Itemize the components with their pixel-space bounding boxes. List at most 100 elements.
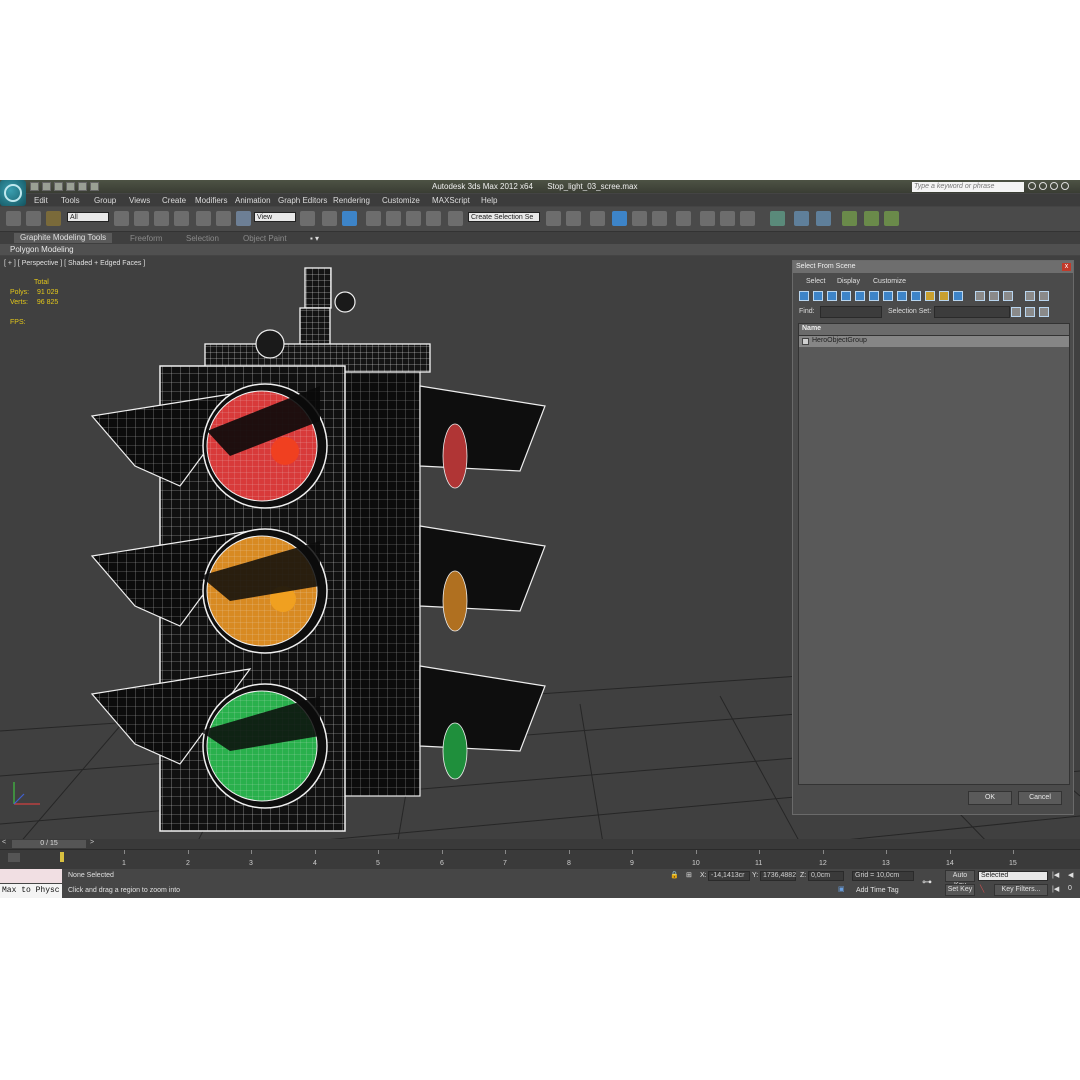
- previous-frame-icon[interactable]: ◀: [1068, 871, 1073, 879]
- rendered-frame-icon[interactable]: [720, 211, 735, 226]
- asset-tracking-icon[interactable]: [816, 211, 831, 226]
- display-groups-icon[interactable]: [883, 291, 893, 301]
- binoculars-icon[interactable]: [1028, 182, 1036, 190]
- maxscript-listener-pink[interactable]: [0, 869, 62, 883]
- rectangular-selection-icon[interactable]: [154, 211, 169, 226]
- link-icon[interactable]: [6, 211, 21, 226]
- display-helpers-icon[interactable]: [855, 291, 865, 301]
- reference-coordinate-dropdown[interactable]: View: [254, 212, 296, 222]
- select-manipulate-icon[interactable]: [322, 211, 337, 226]
- render-production-icon[interactable]: [740, 211, 755, 226]
- display-none-icon[interactable]: [989, 291, 999, 301]
- maxscript-listener[interactable]: Max to Physc: [0, 884, 62, 898]
- track-bar[interactable]: 1 2 3 4 5 6 7 8 9 10 11 12 13 14 15: [0, 849, 1080, 870]
- menu-maxscript[interactable]: MAXScript: [432, 196, 470, 205]
- time-slider[interactable]: < 0 / 15 >: [0, 839, 1080, 849]
- key-icon[interactable]: ⊶: [922, 877, 932, 888]
- display-shapes-icon[interactable]: [813, 291, 823, 301]
- window-crossing-icon[interactable]: [174, 211, 189, 226]
- motion-mixer-icon[interactable]: [884, 211, 899, 226]
- select-by-name-icon[interactable]: [134, 211, 149, 226]
- align-icon[interactable]: [566, 211, 581, 226]
- snaps-toggle-icon[interactable]: [366, 211, 381, 226]
- tab-freeform[interactable]: Freeform: [130, 234, 162, 243]
- tab-graphite-modeling-tools[interactable]: Graphite Modeling Tools: [14, 233, 113, 243]
- filter-icon[interactable]: [1025, 291, 1035, 301]
- spinner-snap-icon[interactable]: [426, 211, 441, 226]
- display-all-icon[interactable]: [975, 291, 985, 301]
- keyboard-shortcut-override-icon[interactable]: [342, 211, 357, 226]
- schematic-view-icon[interactable]: [652, 211, 667, 226]
- tab-selection[interactable]: Selection: [186, 234, 219, 243]
- render-setup-icon[interactable]: [700, 211, 715, 226]
- key-mode-toggle-icon[interactable]: |◀: [1052, 885, 1059, 893]
- help-icon[interactable]: [1061, 182, 1069, 190]
- lock-icon[interactable]: 🔒: [670, 871, 679, 879]
- dialog-menu-customize[interactable]: Customize: [873, 278, 906, 285]
- menu-edit[interactable]: Edit: [34, 196, 48, 205]
- angle-snap-icon[interactable]: [386, 211, 401, 226]
- display-frozen-icon[interactable]: [939, 291, 949, 301]
- percent-snap-icon[interactable]: [406, 211, 421, 226]
- key-filters-button[interactable]: Key Filters...: [994, 884, 1048, 896]
- x-coordinate-field[interactable]: -14,1413cr: [708, 871, 750, 881]
- save-icon[interactable]: [54, 182, 63, 191]
- y-coordinate-field[interactable]: 1736,4882: [760, 871, 796, 881]
- material-editor-icon[interactable]: [676, 211, 691, 226]
- move-icon[interactable]: [196, 211, 211, 226]
- find-input[interactable]: [820, 306, 882, 318]
- display-hidden-icon[interactable]: [953, 291, 963, 301]
- mirror-icon[interactable]: [546, 211, 561, 226]
- menu-modifiers[interactable]: Modifiers: [195, 196, 227, 205]
- application-menu-button[interactable]: [0, 180, 26, 206]
- menu-create[interactable]: Create: [162, 196, 186, 205]
- display-invert-icon[interactable]: [1003, 291, 1013, 301]
- add-time-tag[interactable]: Add Time Tag: [856, 887, 899, 894]
- search-input[interactable]: Type a keyword or phrase: [912, 182, 1024, 192]
- dope-sheet-icon[interactable]: [864, 211, 879, 226]
- viewport-label[interactable]: [ + ] [ Perspective ] [ Shaded + Edged F…: [4, 260, 145, 267]
- unlink-icon[interactable]: [26, 211, 41, 226]
- menu-rendering[interactable]: Rendering: [333, 196, 370, 205]
- absolute-mode-icon[interactable]: ⊞: [686, 871, 692, 879]
- menu-tools[interactable]: Tools: [61, 196, 80, 205]
- curve-editor-icon[interactable]: [632, 211, 647, 226]
- new-file-icon[interactable]: [30, 182, 39, 191]
- selection-filter-dropdown[interactable]: All: [67, 212, 109, 222]
- polygon-modeling-panel[interactable]: Polygon Modeling: [10, 245, 74, 254]
- set-key-button[interactable]: Set Key: [945, 884, 975, 896]
- star-icon[interactable]: [1050, 182, 1058, 190]
- graphite-toggle-icon[interactable]: [612, 211, 627, 226]
- track-view-icon[interactable]: [842, 211, 857, 226]
- named-selection-sets-dropdown[interactable]: Create Selection Se: [468, 212, 540, 222]
- filter-options-icon[interactable]: [1039, 291, 1049, 301]
- menu-group[interactable]: Group: [94, 196, 116, 205]
- display-lights-icon[interactable]: [827, 291, 837, 301]
- ok-button[interactable]: OK: [968, 791, 1012, 805]
- edit-named-selection-icon[interactable]: [448, 211, 463, 226]
- mini-curve-editor-icon[interactable]: [8, 853, 20, 862]
- menu-views[interactable]: Views: [129, 196, 150, 205]
- display-cameras-icon[interactable]: [841, 291, 851, 301]
- go-to-start-icon[interactable]: |◀: [1052, 871, 1059, 879]
- key-mode-dropdown[interactable]: Selected: [978, 871, 1048, 881]
- layer-manager-icon[interactable]: [590, 211, 605, 226]
- menu-graph-editors[interactable]: Graph Editors: [278, 196, 327, 205]
- open-file-icon[interactable]: [42, 182, 51, 191]
- hierarchy-icon[interactable]: [770, 211, 785, 226]
- list-item[interactable]: HeroObjectGroup: [799, 336, 1069, 347]
- scene-explorer-icon[interactable]: [794, 211, 809, 226]
- slider-left-icon[interactable]: <: [2, 839, 6, 846]
- ribbon-options-icon[interactable]: ▪ ▾: [310, 234, 319, 243]
- pivot-center-icon[interactable]: [300, 211, 315, 226]
- display-xrefs-icon[interactable]: [897, 291, 907, 301]
- column-header-name[interactable]: Name: [799, 324, 1069, 336]
- perspective-viewport[interactable]: [ + ] [ Perspective ] [ Shaded + Edged F…: [0, 256, 1080, 898]
- current-frame-field[interactable]: 0: [1068, 885, 1072, 892]
- select-object-icon[interactable]: [114, 211, 129, 226]
- dialog-menu-select[interactable]: Select: [806, 278, 825, 285]
- display-space-warps-icon[interactable]: [869, 291, 879, 301]
- z-coordinate-field[interactable]: 0,0cm: [808, 871, 844, 881]
- auto-key-button[interactable]: Auto Key: [945, 870, 975, 889]
- selection-set-dropdown[interactable]: [934, 306, 1010, 318]
